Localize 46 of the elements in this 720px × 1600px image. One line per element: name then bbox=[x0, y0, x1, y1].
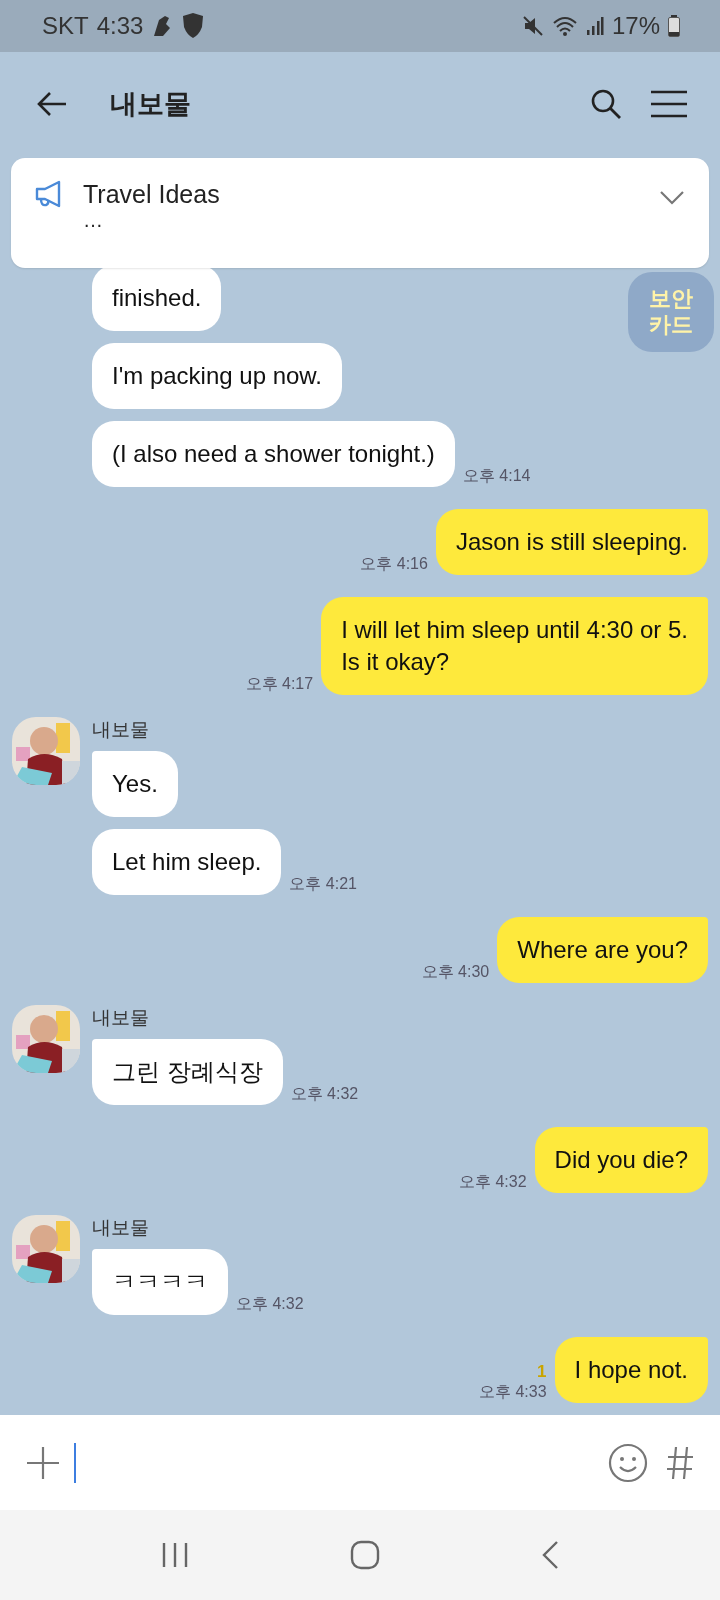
message-time: 오후 4:16 bbox=[360, 554, 428, 574]
notice-text: … bbox=[83, 209, 104, 232]
back-chevron-icon bbox=[541, 1540, 560, 1570]
mute-icon bbox=[521, 15, 544, 37]
shield-icon bbox=[181, 13, 206, 39]
message-bubble: 그린 장례식장 bbox=[92, 1039, 283, 1105]
clock-text: 4:33 bbox=[96, 12, 144, 40]
unread-count: 1 bbox=[537, 1362, 547, 1382]
message-time: 오후 4:21 bbox=[289, 874, 357, 894]
message-time: 오후 4:32 bbox=[290, 1084, 359, 1104]
message-bubble: Did you die? bbox=[534, 1127, 708, 1193]
message-bubble: ㅋㅋㅋㅋ bbox=[92, 1249, 228, 1315]
message-bubble: I'm packing up now. bbox=[92, 343, 343, 409]
battery-icon bbox=[668, 15, 680, 37]
message-bubble: I will let him sleep until 4:30 or 5. Is it okay? bbox=[321, 597, 708, 695]
message-bubble: Yes. bbox=[92, 751, 178, 817]
message-bubble: finished. bbox=[92, 265, 222, 331]
smiley-icon bbox=[608, 1442, 648, 1483]
message-bubble: Where are you? bbox=[497, 917, 708, 983]
message-bubble: Let him sleep. bbox=[92, 829, 282, 895]
search-icon bbox=[590, 88, 622, 120]
message-time: 오후 4:17 bbox=[245, 674, 314, 694]
chat-title: 내보물 bbox=[110, 88, 192, 121]
plus-icon bbox=[26, 1445, 60, 1480]
wifi-icon bbox=[551, 15, 578, 37]
message-time: 오후 4:32 bbox=[459, 1172, 527, 1192]
message-time: 오후 4:33 bbox=[478, 1382, 547, 1402]
back-arrow-icon bbox=[36, 90, 68, 118]
message-time: 오후 4:14 bbox=[462, 466, 531, 486]
notice-title: Travel Ideas bbox=[83, 180, 221, 209]
message-time: 오후 4:32 bbox=[236, 1294, 304, 1314]
message-bubble: Jason is still sleeping. bbox=[435, 509, 708, 575]
message-bubble: (I also need a shower tonight.) bbox=[92, 421, 455, 487]
notice-banner[interactable]: Travel Ideas … bbox=[11, 158, 709, 268]
home-icon bbox=[350, 1540, 380, 1570]
sender-name: 내보물 bbox=[92, 1216, 150, 1240]
hashtag-icon bbox=[666, 1445, 694, 1480]
sender-name: 내보물 bbox=[92, 1006, 150, 1030]
carrier-text: SKT bbox=[42, 12, 89, 40]
menu-icon bbox=[650, 90, 688, 118]
signal-icon bbox=[585, 16, 604, 36]
message-bubble: I hope not. bbox=[554, 1337, 708, 1403]
message-time: 오후 4:30 bbox=[421, 962, 490, 982]
battery-text: 17% bbox=[611, 12, 660, 40]
recent-apps-icon bbox=[160, 1542, 189, 1568]
sender-name: 내보물 bbox=[92, 718, 150, 742]
